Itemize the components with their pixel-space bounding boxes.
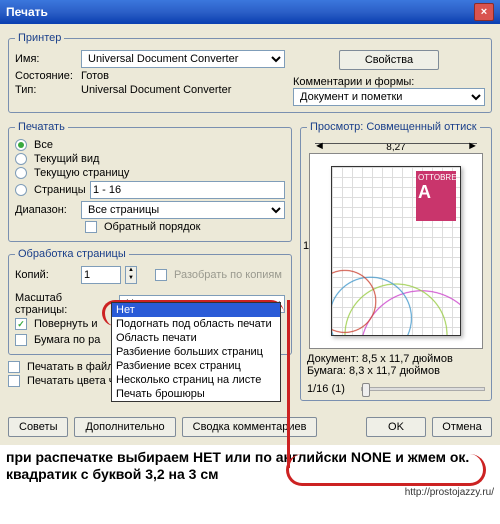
subset-label: Диапазон: bbox=[15, 204, 77, 216]
paper-source-checkbox[interactable] bbox=[15, 334, 27, 346]
type-value: Universal Document Converter bbox=[81, 84, 231, 96]
tips-button[interactable]: Советы bbox=[8, 417, 68, 437]
scale-option-2[interactable]: Область печати bbox=[112, 331, 280, 345]
radio-current-view[interactable] bbox=[15, 153, 27, 165]
copies-label: Копий: bbox=[15, 269, 77, 281]
handling-group: Обработка страницы Копий: ▲ ▼ Разобрать … bbox=[8, 248, 292, 355]
radio-pages[interactable] bbox=[15, 184, 27, 196]
advanced-button[interactable]: Дополнительно bbox=[74, 417, 175, 437]
print-to-file-checkbox[interactable] bbox=[8, 361, 20, 373]
radio-current-view-label: Текущий вид bbox=[34, 153, 99, 165]
scale-option-3[interactable]: Разбиение больших страниц bbox=[112, 345, 280, 359]
preview-group: Просмотр: Совмещенный оттиск 8,27 ◄ ► 11… bbox=[300, 121, 492, 401]
page-slider[interactable] bbox=[361, 387, 485, 391]
page-indicator: 1/16 (1) bbox=[307, 383, 357, 395]
range-legend: Печатать bbox=[15, 121, 68, 133]
properties-button[interactable]: Свойства bbox=[339, 50, 439, 70]
cancel-button[interactable]: Отмена bbox=[432, 417, 492, 437]
preview-box: OTTOBRE A bbox=[309, 153, 483, 349]
status-value: Готов bbox=[81, 70, 109, 82]
caption-text: при распечатке выбираем НЕТ или по англи… bbox=[0, 445, 500, 487]
print-to-file-label: Печатать в файл bbox=[27, 361, 114, 373]
close-icon[interactable]: × bbox=[474, 3, 494, 21]
paper-source-label: Бумага по ра bbox=[34, 334, 100, 346]
rotate-checkbox[interactable] bbox=[15, 318, 27, 330]
scale-dropdown-list[interactable]: Нет Подогнать под область печати Область… bbox=[111, 302, 281, 402]
ok-button[interactable]: OK bbox=[366, 417, 426, 437]
rotate-label: Повернуть и bbox=[34, 318, 98, 330]
collate-checkbox bbox=[155, 269, 167, 281]
printer-group: Принтер Имя: Universal Document Converte… bbox=[8, 32, 492, 113]
radio-current-page-label: Текущую страницу bbox=[34, 167, 129, 179]
title-bar: Печать × bbox=[0, 0, 500, 24]
scale-option-4[interactable]: Разбиение всех страниц bbox=[112, 359, 280, 373]
copies-input[interactable] bbox=[81, 266, 121, 284]
scale-option-0[interactable]: Нет bbox=[112, 303, 280, 317]
printer-legend: Принтер bbox=[15, 32, 64, 44]
reverse-label: Обратный порядок bbox=[104, 221, 200, 233]
scale-option-1[interactable]: Подогнать под область печати bbox=[112, 317, 280, 331]
preview-corner: OTTOBRE A bbox=[416, 171, 456, 221]
handling-legend: Обработка страницы bbox=[15, 248, 129, 260]
reverse-checkbox[interactable] bbox=[85, 221, 97, 233]
radio-current-page[interactable] bbox=[15, 167, 27, 179]
comments-label: Комментарии и формы: bbox=[293, 76, 485, 88]
scale-option-5[interactable]: Несколько страниц на листе bbox=[112, 373, 280, 387]
copies-stepper[interactable]: ▲ ▼ bbox=[125, 266, 137, 284]
radio-all[interactable] bbox=[15, 139, 27, 151]
scale-option-6[interactable]: Печать брошюры bbox=[112, 387, 280, 401]
print-black-checkbox[interactable] bbox=[8, 375, 20, 387]
subset-select[interactable]: Все страницы bbox=[81, 201, 285, 219]
range-group: Печатать Все Текущий вид Текущую страниц… bbox=[8, 121, 292, 242]
radio-all-label: Все bbox=[34, 139, 53, 151]
preview-legend: Просмотр: Совмещенный оттиск bbox=[307, 121, 480, 133]
comments-select[interactable]: Документ и пометки bbox=[293, 88, 485, 106]
status-label: Состояние: bbox=[15, 70, 77, 82]
doc-dims: Документ: 8,5 x 11,7 дюймов bbox=[307, 353, 485, 365]
summary-button[interactable]: Сводка комментариев bbox=[182, 417, 318, 437]
type-label: Тип: bbox=[15, 84, 77, 96]
collate-label: Разобрать по копиям bbox=[174, 269, 282, 281]
preview-page: OTTOBRE A bbox=[331, 166, 461, 336]
paper-dims: Бумага: 8,3 x 11,7 дюймов bbox=[307, 365, 485, 377]
name-label: Имя: bbox=[15, 53, 77, 65]
scale-label: Масштаб страницы: bbox=[15, 292, 115, 316]
pages-input[interactable] bbox=[90, 181, 285, 199]
radio-pages-label: Страницы bbox=[34, 184, 86, 196]
printer-select[interactable]: Universal Document Converter bbox=[81, 50, 285, 68]
dialog-body: Принтер Имя: Universal Document Converte… bbox=[0, 24, 500, 445]
source-url: http://prostojazzy.ru/ bbox=[0, 487, 500, 502]
window-title: Печать bbox=[6, 5, 48, 19]
